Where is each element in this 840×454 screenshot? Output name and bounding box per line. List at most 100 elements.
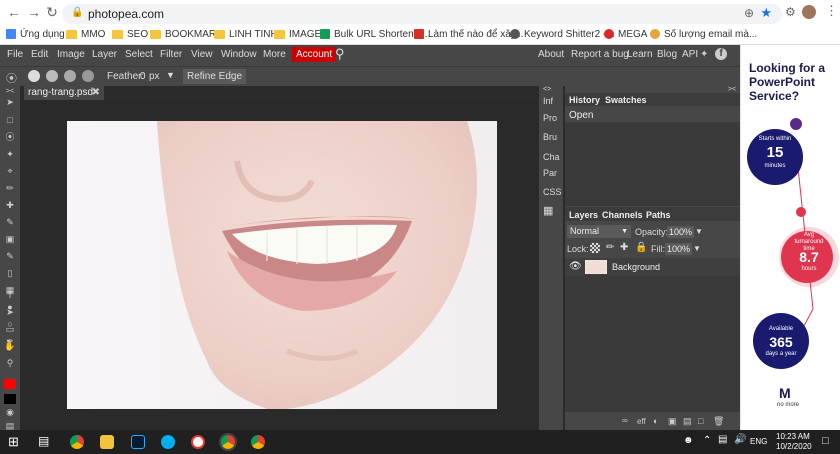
menu-api[interactable]: API bbox=[682, 49, 698, 60]
menu-icon[interactable]: ⋮ bbox=[825, 3, 838, 19]
blend-mode-select[interactable]: Normal ▼ bbox=[567, 225, 631, 238]
lasso-icon[interactable]: ⦿ bbox=[6, 70, 17, 86]
bookmark-folder[interactable]: BOOKMARK bbox=[150, 27, 223, 41]
lock-move-icon[interactable]: ✚ bbox=[620, 242, 628, 253]
account-button[interactable]: Account bbox=[292, 47, 337, 62]
bookmark-link[interactable]: MEGA bbox=[604, 27, 647, 41]
bookmark-link[interactable]: Làm thế nào để xây... bbox=[414, 27, 523, 41]
collapse-icon[interactable]: >< bbox=[728, 86, 736, 93]
lock-all-icon[interactable]: 🔒 bbox=[635, 242, 647, 253]
selection-intersect-icon[interactable] bbox=[82, 70, 94, 82]
properties-panel-button[interactable]: Pro bbox=[543, 113, 557, 123]
menu-layer[interactable]: Layer bbox=[92, 49, 117, 60]
menu-filter[interactable]: Filter bbox=[160, 49, 182, 60]
brush-tool-icon[interactable]: ✎ bbox=[4, 216, 16, 228]
bookmark-folder[interactable]: LINH TINH bbox=[214, 27, 278, 41]
people-icon[interactable]: ☻ bbox=[683, 435, 694, 446]
language-indicator[interactable]: ENG bbox=[750, 437, 767, 446]
tab-channels[interactable]: Channels bbox=[602, 210, 643, 220]
stamp-tool-icon[interactable]: ▣ bbox=[4, 233, 16, 245]
chrome-icon[interactable] bbox=[251, 435, 265, 449]
canvas-image[interactable] bbox=[67, 121, 497, 409]
marquee-tool-icon[interactable]: □ bbox=[4, 114, 16, 126]
network-icon[interactable]: ▤ bbox=[718, 434, 727, 445]
chevron-down-icon[interactable]: ▼ bbox=[693, 244, 701, 253]
close-icon[interactable]: ✖ bbox=[92, 86, 100, 100]
path-select-icon[interactable]: ➤ bbox=[4, 306, 16, 318]
mask-icon[interactable]: ▣ bbox=[668, 416, 677, 427]
avatar[interactable] bbox=[802, 5, 816, 19]
move-tool-icon[interactable]: ➤ bbox=[4, 96, 16, 108]
foreground-color[interactable] bbox=[4, 379, 16, 389]
new-layer-icon[interactable]: □ bbox=[698, 416, 703, 426]
twitter-icon[interactable]: ✦ bbox=[700, 49, 708, 60]
menu-view[interactable]: View bbox=[191, 49, 213, 60]
lock-transparency-icon[interactable] bbox=[590, 243, 600, 253]
search-icon[interactable]: ⚲ bbox=[335, 46, 345, 62]
hand-tool-icon[interactable]: ✋ bbox=[4, 340, 16, 352]
zoom-tool-icon[interactable]: ⚲ bbox=[4, 357, 16, 369]
collapse-icon[interactable]: <> bbox=[543, 86, 551, 93]
chrome-icon[interactable] bbox=[70, 435, 84, 449]
wand-tool-icon[interactable]: ✦ bbox=[4, 148, 16, 160]
reload-icon[interactable]: ↻ bbox=[44, 4, 60, 21]
tab-swatches[interactable]: Swatches bbox=[605, 95, 647, 105]
tab-layers[interactable]: Layers bbox=[569, 210, 598, 220]
crop-tool-icon[interactable]: ⌖ bbox=[4, 165, 16, 177]
brush-panel-button[interactable]: Bru bbox=[543, 132, 557, 142]
eyedropper-tool-icon[interactable]: ✏ bbox=[4, 182, 16, 194]
history-brush-icon[interactable]: ✎ bbox=[4, 250, 16, 262]
fill-input[interactable]: 100% bbox=[665, 243, 693, 255]
folder-icon[interactable]: ▤ bbox=[683, 416, 692, 427]
adjustment-icon[interactable]: ◐ bbox=[653, 416, 658, 426]
background-color[interactable] bbox=[4, 394, 16, 404]
lock-paint-icon[interactable]: ✏ bbox=[606, 242, 614, 253]
shape-tool-icon[interactable]: ▭ bbox=[4, 323, 16, 335]
css-panel-button[interactable]: CSS bbox=[543, 187, 562, 197]
selection-subtract-icon[interactable] bbox=[64, 70, 76, 82]
chevron-down-icon[interactable]: ▼ bbox=[166, 70, 175, 80]
eraser-tool-icon[interactable]: ▯ bbox=[4, 267, 16, 279]
healing-tool-icon[interactable]: ✚ bbox=[4, 199, 16, 211]
ad-banner[interactable]: Looking for a PowerPoint Service? Starts… bbox=[740, 45, 840, 430]
volume-icon[interactable]: 🔊 bbox=[734, 434, 746, 445]
bookmark-folder[interactable]: IMAGE bbox=[274, 27, 321, 41]
menu-report-bug[interactable]: Report a bug bbox=[571, 49, 629, 60]
clock-time[interactable]: 10:23 AM bbox=[776, 432, 810, 441]
bookmark-folder[interactable]: MMO bbox=[66, 27, 105, 41]
bookmark-link[interactable]: Keyword Shitter2 -... bbox=[510, 27, 615, 41]
tab-paths[interactable]: Paths bbox=[646, 210, 671, 220]
tab-history[interactable]: History bbox=[569, 95, 600, 105]
layer-row[interactable]: 👁 Background bbox=[565, 258, 740, 276]
lasso-tool-icon[interactable]: ⦿ bbox=[4, 131, 16, 143]
menu-more[interactable]: More bbox=[263, 49, 286, 60]
document-tab[interactable]: rang-trang.psd ✖ bbox=[24, 86, 104, 100]
bookmark-folder[interactable]: SEO bbox=[112, 27, 148, 41]
extensions-icon[interactable]: ⚙ bbox=[785, 5, 799, 19]
history-item[interactable]: Open bbox=[569, 110, 593, 121]
clock-date[interactable]: 10/2/2020 bbox=[776, 442, 812, 451]
windows-icon[interactable]: ⊞ bbox=[8, 434, 19, 450]
selection-new-icon[interactable] bbox=[28, 70, 40, 82]
bookmark-apps[interactable]: Ứng dụng bbox=[6, 27, 65, 41]
menu-blog[interactable]: Blog bbox=[657, 49, 677, 60]
menu-window[interactable]: Window bbox=[221, 49, 257, 60]
selection-add-icon[interactable] bbox=[46, 70, 58, 82]
photoshop-icon[interactable] bbox=[131, 435, 145, 449]
feather-input[interactable]: 0 bbox=[140, 71, 146, 82]
refine-edge-button[interactable]: Refine Edge bbox=[183, 69, 247, 84]
bookmark-link[interactable]: Số lượng email mà... bbox=[650, 27, 757, 41]
chevron-down-icon[interactable]: ▼ bbox=[695, 227, 703, 236]
menu-edit[interactable]: Edit bbox=[31, 49, 48, 60]
trash-icon[interactable]: 🗑 bbox=[713, 416, 724, 427]
quick-mask-icon[interactable]: ◉ bbox=[4, 406, 16, 418]
menu-file[interactable]: File bbox=[7, 49, 23, 60]
notification-icon[interactable]: □ bbox=[822, 435, 829, 447]
link-icon[interactable]: ∞ bbox=[622, 416, 628, 425]
skype-icon[interactable] bbox=[161, 435, 175, 449]
task-view-icon[interactable]: ▤ bbox=[38, 434, 49, 448]
menu-image[interactable]: Image bbox=[57, 49, 85, 60]
character-panel-button[interactable]: Cha bbox=[543, 152, 560, 162]
menu-select[interactable]: Select bbox=[125, 49, 153, 60]
menu-about[interactable]: About bbox=[538, 49, 564, 60]
